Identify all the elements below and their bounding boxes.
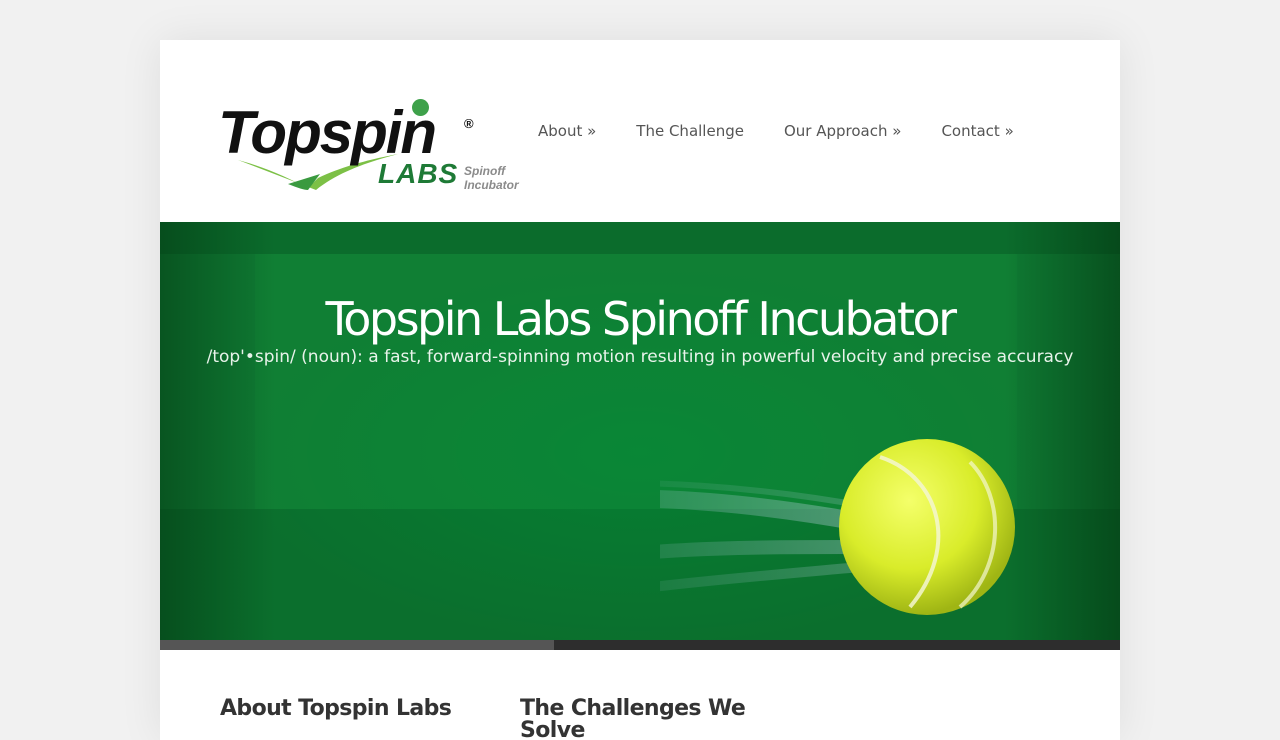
hero-slider[interactable]: Topspin Labs Spinoff Incubator /top'•spi… xyxy=(160,222,1120,640)
logo-tagline-line2: Incubator xyxy=(464,178,519,192)
main-nav: About » The Challenge Our Approach » Con… xyxy=(538,122,1054,140)
registered-mark: ® xyxy=(464,116,474,131)
hero-title: Topspin Labs Spinoff Incubator xyxy=(325,292,957,346)
challenges-section-title: The Challenges We Solve xyxy=(520,696,746,740)
hero-subtitle: /top'•spin/ (noun): a fast, forward-spin… xyxy=(206,347,1074,367)
about-section-title: About Topspin Labs xyxy=(220,696,452,722)
nav-item-our-approach[interactable]: Our Approach » xyxy=(784,122,901,140)
nav-item-the-challenge[interactable]: The Challenge xyxy=(636,122,744,140)
page-container: Topspin ® LABS Spinoff Incubator About »… xyxy=(160,40,1120,740)
logo-tagline: Spinoff Incubator xyxy=(464,164,519,192)
topspin-labs-logo[interactable]: Topspin ® LABS Spinoff Incubator xyxy=(218,98,523,196)
slider-progress-fill xyxy=(160,640,554,650)
site-header: Topspin ® LABS Spinoff Incubator About »… xyxy=(160,40,1120,222)
tennis-ball-image xyxy=(660,439,1015,615)
nav-item-contact[interactable]: Contact » xyxy=(941,122,1013,140)
slider-progress-bar[interactable] xyxy=(160,640,1120,650)
logo-tagline-line1: Spinoff xyxy=(464,164,506,178)
nav-item-about[interactable]: About » xyxy=(538,122,596,140)
logo-labs: LABS xyxy=(378,158,459,189)
